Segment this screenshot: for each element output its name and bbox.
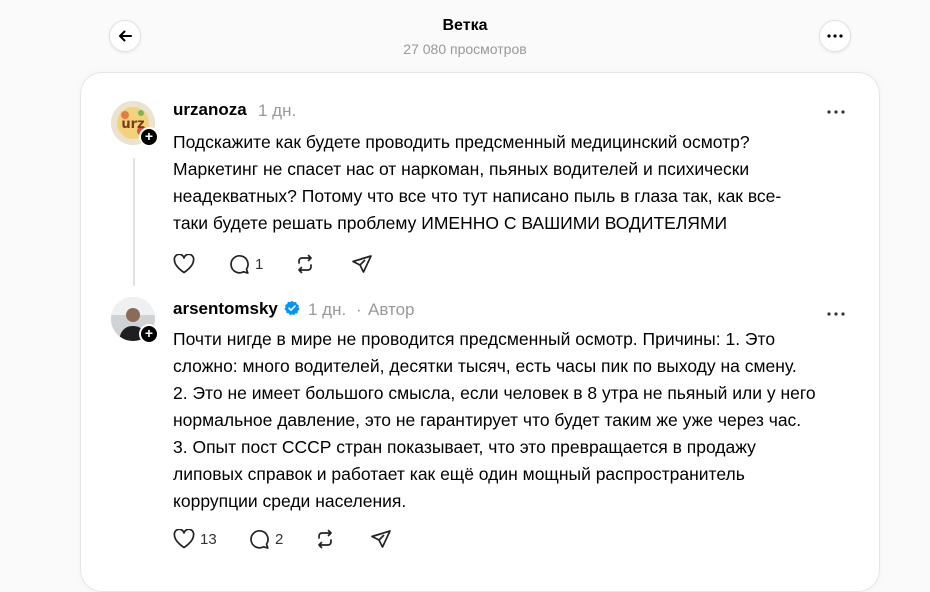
meta-separator: · bbox=[356, 300, 362, 319]
share-button[interactable] bbox=[351, 251, 373, 277]
post-time[interactable]: 1 дн. bbox=[308, 300, 346, 320]
post-body: Почти нигде в мире не проводится предсме… bbox=[173, 326, 816, 515]
more-options-button[interactable] bbox=[819, 20, 851, 52]
post-more-button[interactable] bbox=[827, 103, 845, 114]
post-text-line: Почти нигде в мире не проводится предсме… bbox=[173, 329, 776, 349]
author-tag: Автор bbox=[368, 300, 415, 319]
repost-icon bbox=[318, 529, 332, 549]
post-text-line: Подскажите как будете проводить предсмен… bbox=[173, 132, 750, 152]
comment-icon bbox=[250, 529, 269, 549]
follow-plus-icon[interactable]: + bbox=[139, 127, 159, 147]
more-horizontal-icon bbox=[827, 312, 845, 316]
post-time[interactable]: 1 дн. bbox=[258, 101, 296, 121]
post-text-line: неадекватных? Потому что все что тут нап… bbox=[173, 186, 782, 206]
post-text-line: 2. Это не имеет большого смысла, если че… bbox=[173, 383, 816, 403]
send-icon bbox=[352, 255, 372, 273]
comment-icon bbox=[230, 254, 249, 274]
send-icon bbox=[371, 530, 391, 548]
page-title: Ветка bbox=[442, 17, 488, 34]
repost-button[interactable] bbox=[294, 251, 316, 277]
post-text-line: Маркетинг не спасет нас от наркоман, пья… bbox=[173, 159, 750, 179]
post-text-line: сложно: много водителей, десятки тысяч, … bbox=[173, 356, 797, 376]
post-actions: 13 2 bbox=[173, 526, 473, 554]
views-count: 27 080 просмотров bbox=[403, 41, 527, 57]
post-text-line: таки будете решать проблему ИМЕННО С ВАШ… bbox=[173, 213, 728, 233]
thread-connector-line bbox=[133, 158, 135, 286]
post-more-button[interactable] bbox=[827, 305, 845, 316]
post-text-line: липовых справок и работает как ещё один … bbox=[173, 464, 745, 484]
repost-icon bbox=[298, 254, 312, 274]
reply-button[interactable]: 2 bbox=[248, 526, 283, 552]
follow-plus-icon[interactable]: + bbox=[139, 324, 159, 344]
post-actions: 1 bbox=[173, 251, 473, 279]
like-button[interactable] bbox=[173, 251, 200, 277]
post-text-line: коррупции среди населения. bbox=[173, 491, 407, 511]
more-horizontal-icon bbox=[827, 110, 845, 114]
share-button[interactable] bbox=[370, 526, 392, 552]
post-text-line: 3. Опыт пост СССР стран показывает, что … bbox=[173, 437, 756, 457]
thread-card: urz + urzanoza 1 дн. Подскажите как буде… bbox=[80, 72, 880, 592]
verified-badge-icon bbox=[284, 300, 300, 316]
heart-icon bbox=[173, 254, 195, 274]
thread-header: Ветка 27 080 просмотров bbox=[0, 0, 930, 70]
username[interactable]: urzanoza bbox=[173, 100, 247, 120]
heart-icon bbox=[173, 529, 195, 549]
like-button[interactable]: 13 bbox=[173, 526, 217, 552]
reply-button[interactable]: 1 bbox=[228, 251, 263, 277]
post-body: Подскажите как будете проводить предсмен… bbox=[173, 129, 781, 237]
more-horizontal-icon bbox=[827, 34, 843, 38]
like-count: 13 bbox=[200, 530, 217, 548]
post-text-line: нормальное давление, это не гарантирует … bbox=[173, 410, 802, 430]
username[interactable]: arsentomsky bbox=[173, 299, 278, 319]
reply-count: 2 bbox=[275, 530, 284, 548]
repost-button[interactable] bbox=[314, 526, 336, 552]
reply-count: 1 bbox=[255, 255, 264, 273]
